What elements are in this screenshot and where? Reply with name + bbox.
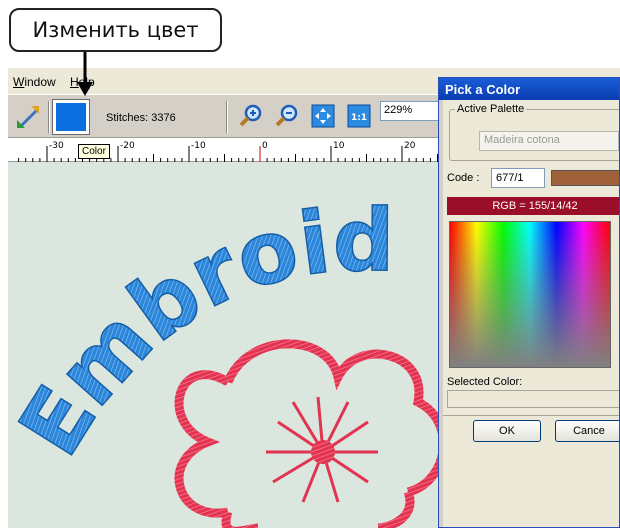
fit-arrows-icon xyxy=(311,104,335,128)
pick-color-dialog: Pick a Color Active Palette Madeira coto… xyxy=(438,77,620,528)
toolbar-separator xyxy=(226,101,228,133)
one-to-one-icon: 1:1 xyxy=(347,104,371,128)
cancel-button[interactable]: Cance xyxy=(555,420,619,442)
annotation-callout: Изменить цвет xyxy=(9,8,222,52)
fit-to-window-button[interactable] xyxy=(306,99,340,133)
actual-size-button[interactable]: 1:1 xyxy=(342,99,376,133)
dialog-separator xyxy=(443,415,619,416)
active-palette-label: Active Palette xyxy=(455,103,527,115)
dialog-title[interactable]: Pick a Color xyxy=(439,78,619,100)
stitch-count: Stitches: 3376 xyxy=(106,112,176,124)
rgb-readout: RGB = 155/14/42 xyxy=(447,197,619,215)
screenshot-stage: Изменить цвет Window Help Stitches: 3376 xyxy=(0,0,620,528)
color-spectrum-picker[interactable] xyxy=(449,221,611,368)
current-color-swatch xyxy=(56,103,86,131)
spectrum-saturation xyxy=(450,222,610,367)
palette-select[interactable]: Madeira cotona xyxy=(479,131,619,151)
flower-core xyxy=(311,440,335,464)
ruler-label: -20 xyxy=(120,141,135,151)
code-color-swatch xyxy=(551,170,619,186)
edit-tool-button[interactable] xyxy=(12,99,46,133)
toolbar-separator xyxy=(48,101,50,133)
zoom-out-icon xyxy=(275,104,298,127)
ruler-label: 10 xyxy=(333,141,345,151)
code-label: Code : xyxy=(447,172,480,184)
code-input[interactable]: 677/1 xyxy=(491,168,545,188)
zoom-value: 229% xyxy=(384,104,413,116)
zoom-in-icon xyxy=(239,104,262,127)
zoom-in-button[interactable] xyxy=(234,99,268,133)
selected-color-swatch xyxy=(447,390,619,408)
pencil-ruler-icon xyxy=(17,106,39,128)
tooltip-text: Color xyxy=(82,146,106,157)
menu-help[interactable]: Help xyxy=(70,75,95,89)
color-button[interactable] xyxy=(52,99,90,135)
embroidery-text-path: Embroid xyxy=(8,190,395,473)
ruler-label: 0 xyxy=(262,141,268,151)
menu-window[interactable]: Window xyxy=(13,75,56,89)
ok-button[interactable]: OK xyxy=(473,420,541,442)
svg-text:1:1: 1:1 xyxy=(351,113,367,123)
embroidery-text: Embroid xyxy=(8,191,395,473)
ruler-label: 20 xyxy=(404,141,416,151)
flower-design xyxy=(174,339,448,528)
dialog-body: Active Palette Madeira cotona Code : 677… xyxy=(443,100,619,527)
annotation-callout-text: Изменить цвет xyxy=(32,18,199,42)
ruler-label: -10 xyxy=(191,141,206,151)
zoom-out-button[interactable] xyxy=(270,99,304,133)
selected-color-label: Selected Color: xyxy=(447,376,523,388)
ruler-label: -30 xyxy=(49,141,64,151)
color-tooltip: Color xyxy=(78,144,110,159)
